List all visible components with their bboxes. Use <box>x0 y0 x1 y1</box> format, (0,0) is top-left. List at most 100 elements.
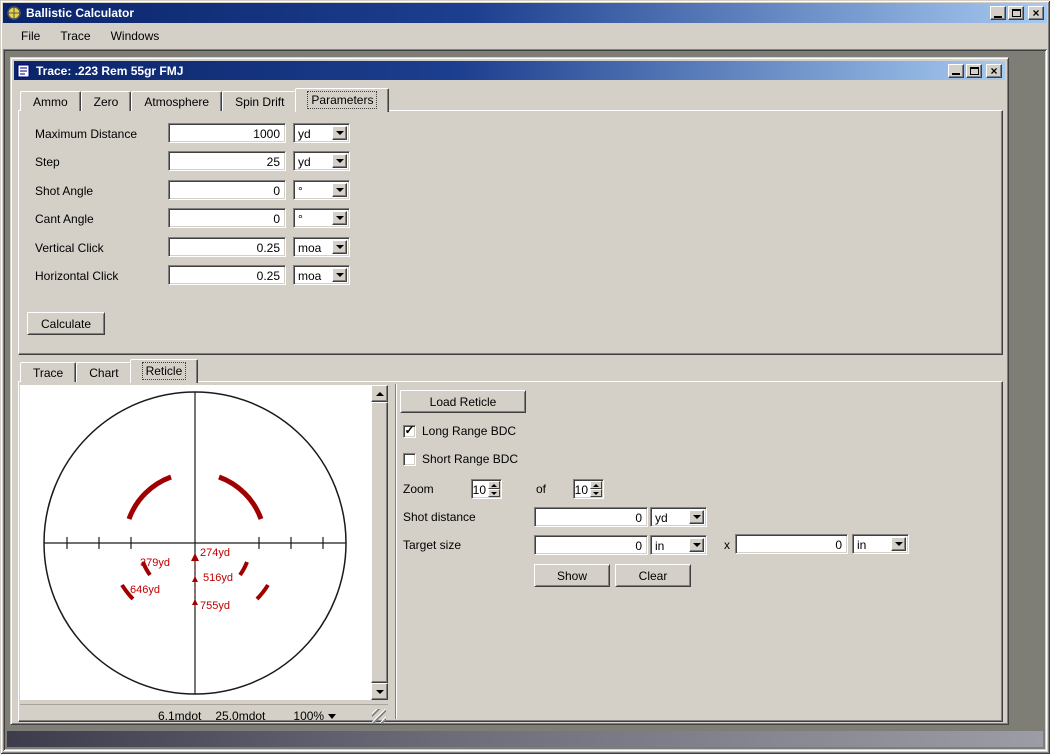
zoom-current-spinner[interactable]: 10 <box>471 479 502 499</box>
close-button[interactable]: × <box>1028 6 1044 20</box>
maximize-icon <box>970 67 979 75</box>
step-unit-combo[interactable]: yd <box>293 151 350 171</box>
short-range-bdc-checkbox[interactable] <box>403 453 416 466</box>
checkbox-label: Long Range BDC <box>422 424 516 438</box>
long-range-bdc-checkbox[interactable]: ✓ <box>403 425 416 438</box>
horizontal-click-unit-combo[interactable]: moa <box>293 265 350 285</box>
target-width-unit-combo[interactable]: in <box>650 535 707 555</box>
vertical-click-input[interactable]: 0.25 <box>168 237 286 257</box>
tab-label: Ammo <box>33 95 68 109</box>
dropdown-button[interactable] <box>332 183 347 197</box>
unit-value: ° <box>298 184 303 198</box>
short-range-bdc-row: Short Range BDC <box>403 452 518 466</box>
dropdown-button[interactable] <box>891 537 906 551</box>
scroll-up-button[interactable] <box>371 385 388 402</box>
unit-value: moa <box>298 241 321 255</box>
horizontal-click-input[interactable]: 0.25 <box>168 265 286 285</box>
tab-trace[interactable]: Trace <box>20 362 76 382</box>
tab-parameters[interactable]: Parameters <box>295 88 389 112</box>
trace-titlebar: Trace: .223 Rem 55gr FMJ × <box>14 61 1005 80</box>
target-height-input[interactable]: 0 <box>735 534 848 554</box>
maximize-button[interactable] <box>1008 6 1024 20</box>
maximize-icon <box>1012 9 1021 17</box>
spin-up-button[interactable] <box>488 481 500 489</box>
step-input[interactable]: 25 <box>168 151 286 171</box>
dropdown-button[interactable] <box>332 211 347 225</box>
tab-atmosphere[interactable]: Atmosphere <box>131 91 222 111</box>
tab-label: Trace <box>33 366 63 380</box>
spin-down-button[interactable] <box>590 489 602 497</box>
chevron-down-icon <box>693 543 701 547</box>
minimize-button[interactable] <box>990 6 1006 20</box>
maximum-distance-unit-combo[interactable]: yd <box>293 123 350 143</box>
spin-down-button[interactable] <box>488 489 500 497</box>
menu-bar: File Trace Windows <box>3 23 1047 49</box>
dropdown-button[interactable] <box>332 268 347 282</box>
param-label: Shot Angle <box>35 184 93 198</box>
chevron-down-icon <box>693 515 701 519</box>
param-label: Horizontal Click <box>35 269 118 283</box>
cant-angle-unit-combo[interactable]: ° <box>293 208 350 228</box>
dropdown-button[interactable] <box>689 538 704 552</box>
close-icon: × <box>990 66 997 76</box>
menu-file[interactable]: File <box>11 25 50 47</box>
show-button[interactable]: Show <box>534 564 610 587</box>
child-maximize-button[interactable] <box>966 64 982 78</box>
resize-grip[interactable] <box>372 709 386 723</box>
dropdown-button[interactable] <box>689 510 704 524</box>
tab-label: Reticle <box>143 363 186 379</box>
unit-value: ° <box>298 212 303 226</box>
minimize-icon <box>994 16 1002 18</box>
chevron-down-icon <box>376 690 384 694</box>
reticle-pane: 274yd 379yd 516yd 646yd 755yd <box>18 381 1003 722</box>
scroll-down-button[interactable] <box>371 683 388 700</box>
reticle-viewport[interactable]: 274yd 379yd 516yd 646yd 755yd <box>20 385 371 700</box>
tab-label: Zero <box>94 95 119 109</box>
menu-windows[interactable]: Windows <box>101 25 170 47</box>
cant-angle-input[interactable]: 0 <box>168 208 286 228</box>
reticle-scrollbar[interactable] <box>371 385 388 700</box>
param-row-cant-angle: Cant Angle 0 ° <box>19 208 1002 230</box>
target-size-x-label: x <box>724 538 730 552</box>
param-label: Vertical Click <box>35 241 104 255</box>
tab-label: Spin Drift <box>235 95 284 109</box>
chevron-down-icon <box>336 131 344 135</box>
spin-up-button[interactable] <box>590 481 602 489</box>
field-value: 25 <box>169 152 285 169</box>
tab-reticle[interactable]: Reticle <box>130 359 199 383</box>
load-reticle-button[interactable]: Load Reticle <box>400 390 526 413</box>
maximum-distance-input[interactable]: 1000 <box>168 123 286 143</box>
param-label: Step <box>35 155 60 169</box>
child-minimize-button[interactable] <box>948 64 964 78</box>
chevron-up-icon <box>593 484 599 487</box>
dropdown-button[interactable] <box>332 154 347 168</box>
chevron-down-icon <box>336 245 344 249</box>
tab-zero[interactable]: Zero <box>81 91 132 111</box>
menu-trace[interactable]: Trace <box>50 25 100 47</box>
scrollbar-thumb[interactable] <box>371 402 388 683</box>
chevron-down-icon <box>336 216 344 220</box>
shot-angle-unit-combo[interactable]: ° <box>293 180 350 200</box>
dropdown-button[interactable] <box>332 126 347 140</box>
clear-button[interactable]: Clear <box>615 564 691 587</box>
target-width-input[interactable]: 0 <box>534 535 648 555</box>
tab-ammo[interactable]: Ammo <box>20 91 81 111</box>
tab-spin-drift[interactable]: Spin Drift <box>222 91 297 111</box>
shot-distance-unit-combo[interactable]: yd <box>650 507 707 527</box>
tab-label: Chart <box>89 366 118 380</box>
vertical-click-unit-combo[interactable]: moa <box>293 237 350 257</box>
child-close-button[interactable]: × <box>986 64 1002 78</box>
zoom-dropdown-icon[interactable] <box>328 714 336 719</box>
param-row-shot-angle: Shot Angle 0 ° <box>19 180 1002 202</box>
calculate-button[interactable]: Calculate <box>27 312 105 335</box>
dropdown-button[interactable] <box>332 240 347 254</box>
tab-chart[interactable]: Chart <box>76 362 131 382</box>
bdc-label-646: 646yd <box>130 584 160 596</box>
unit-value: moa <box>298 269 321 283</box>
shot-distance-input[interactable]: 0 <box>534 507 648 527</box>
zoom-total-spinner[interactable]: 10 <box>573 479 604 499</box>
zoom-label: Zoom <box>403 482 434 496</box>
close-icon: × <box>1032 8 1039 18</box>
target-height-unit-combo[interactable]: in <box>852 534 909 554</box>
shot-angle-input[interactable]: 0 <box>168 180 286 200</box>
